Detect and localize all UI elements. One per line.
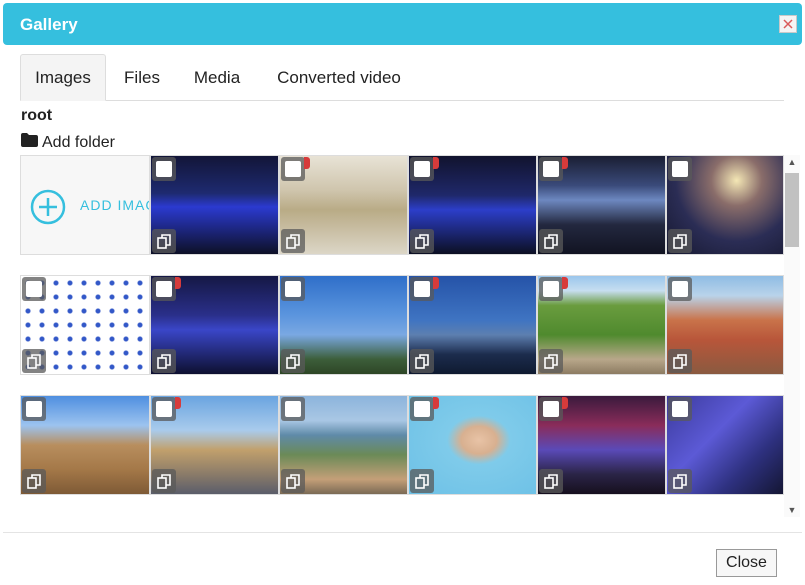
tab-media[interactable]: Media	[180, 54, 254, 101]
select-checkbox[interactable]	[152, 157, 176, 181]
select-checkbox[interactable]	[152, 277, 181, 301]
copy-icon[interactable]	[152, 349, 176, 373]
folder-icon	[21, 133, 38, 152]
select-checkbox[interactable]	[668, 277, 692, 301]
copy-icon[interactable]	[539, 469, 563, 493]
select-checkbox[interactable]	[281, 277, 305, 301]
select-checkbox[interactable]	[539, 397, 568, 421]
copy-icon[interactable]	[22, 469, 46, 493]
add-image-label: ADD IMAGE	[80, 197, 149, 213]
select-checkbox[interactable]	[668, 397, 692, 421]
copy-icon[interactable]	[410, 349, 434, 373]
select-checkbox[interactable]	[281, 397, 305, 421]
tab-files[interactable]: Files	[110, 54, 174, 101]
footer-divider	[3, 532, 802, 533]
copy-icon[interactable]	[22, 349, 46, 373]
copy-icon[interactable]	[281, 469, 305, 493]
gallery-image-big-ben[interactable]	[150, 395, 279, 495]
gallery-image-rooftops-town[interactable]	[666, 275, 784, 375]
gallery-image-palm-flags[interactable]	[279, 275, 408, 375]
select-checkbox[interactable]	[410, 157, 439, 181]
gallery-image-vr-headset[interactable]	[666, 395, 784, 495]
gallery-image-audience-lights[interactable]	[666, 155, 784, 255]
copy-icon[interactable]	[668, 229, 692, 253]
add-image-button[interactable]: ADD IMAGE	[20, 155, 150, 255]
gallery-image-banquet-hall[interactable]	[279, 155, 408, 255]
gallery-image-coastal-city[interactable]	[279, 395, 408, 495]
select-checkbox[interactable]	[410, 277, 439, 301]
copy-icon[interactable]	[410, 469, 434, 493]
gallery-image-colosseum[interactable]	[20, 395, 150, 495]
select-checkbox[interactable]	[410, 397, 439, 421]
scroll-thumb[interactable]	[785, 173, 799, 247]
gallery-image-cologne-night[interactable]	[408, 275, 537, 375]
plus-circle-icon	[30, 189, 66, 230]
gallery-image-pattern-graphic[interactable]	[20, 275, 150, 375]
copy-icon[interactable]	[539, 229, 563, 253]
gallery-image-audience-screens[interactable]	[537, 155, 666, 255]
breadcrumb-root[interactable]: root	[21, 107, 52, 125]
select-checkbox[interactable]	[152, 397, 181, 421]
copy-icon[interactable]	[539, 349, 563, 373]
add-folder-label: Add folder	[42, 133, 115, 151]
dialog-title: Gallery	[20, 15, 78, 34]
gallery-image-blue-stage[interactable]	[150, 275, 279, 375]
image-grid: ADD IMAGE	[20, 155, 784, 517]
copy-icon[interactable]	[281, 349, 305, 373]
close-button[interactable]: Close	[716, 549, 777, 577]
select-checkbox[interactable]	[539, 157, 568, 181]
tab-bar: Images Files Media Converted video	[20, 54, 784, 101]
copy-icon[interactable]	[152, 229, 176, 253]
gallery-image-woman-portrait[interactable]	[408, 395, 537, 495]
copy-icon[interactable]	[410, 229, 434, 253]
gallery-image-conference-stage-1[interactable]	[150, 155, 279, 255]
copy-icon[interactable]	[281, 229, 305, 253]
gallery-dialog: Gallery Images Files Media Converted vid…	[0, 0, 805, 585]
tab-converted-video[interactable]: Converted video	[260, 54, 418, 101]
vertical-scrollbar[interactable]: ▲ ▼	[784, 155, 800, 517]
copy-icon[interactable]	[668, 469, 692, 493]
select-checkbox[interactable]	[539, 277, 568, 301]
close-icon[interactable]	[779, 15, 797, 33]
copy-icon[interactable]	[668, 349, 692, 373]
scroll-up-icon[interactable]: ▲	[784, 155, 800, 169]
copy-icon[interactable]	[152, 469, 176, 493]
select-checkbox[interactable]	[281, 157, 310, 181]
scroll-down-icon[interactable]: ▼	[784, 503, 800, 517]
tab-images[interactable]: Images	[20, 54, 106, 101]
add-folder-button[interactable]: Add folder	[21, 133, 115, 152]
select-checkbox[interactable]	[22, 277, 46, 301]
gallery-image-gaming-room[interactable]	[537, 395, 666, 495]
gallery-image-conference-stage-2[interactable]	[408, 155, 537, 255]
dialog-titlebar: Gallery	[3, 3, 802, 45]
select-checkbox[interactable]	[668, 157, 692, 181]
gallery-image-green-valley[interactable]	[537, 275, 666, 375]
select-checkbox[interactable]	[22, 397, 46, 421]
